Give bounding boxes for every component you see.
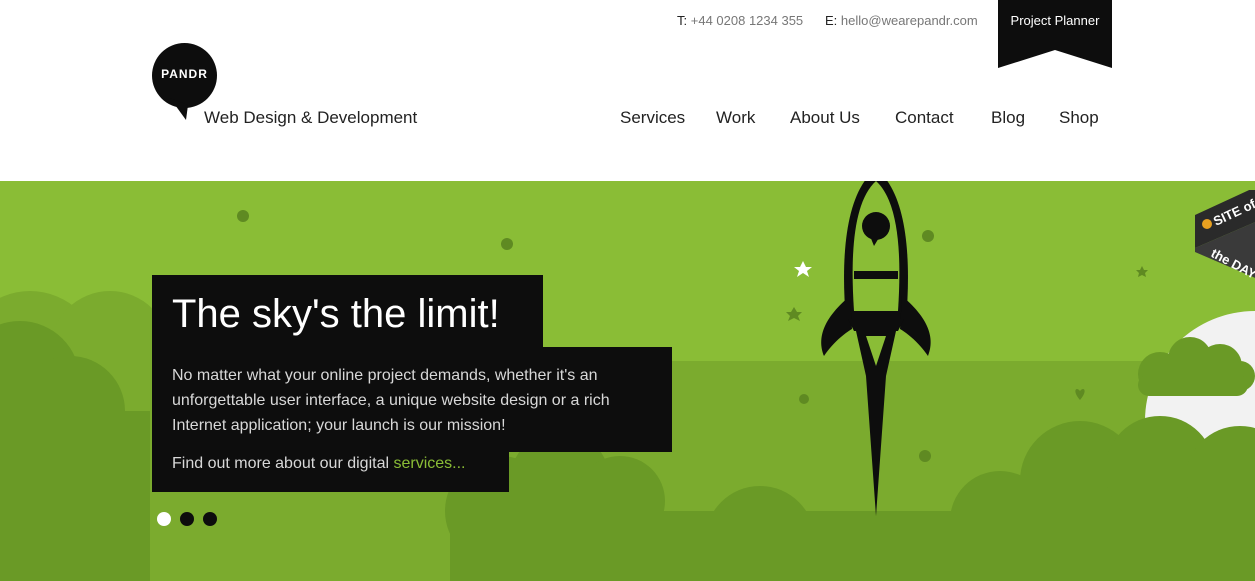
slide-dot-2[interactable] [180,512,194,526]
nav-services[interactable]: Services [620,108,685,128]
site-tagline: Web Design & Development [204,108,418,127]
email-contact: E: hello@wearepandr.com [825,13,978,28]
project-planner-label: Project Planner [1010,13,1100,28]
email-address[interactable]: hello@wearepandr.com [841,13,978,28]
email-prefix: E: [825,13,838,28]
services-link[interactable]: services... [393,455,465,472]
hero-body-text: No matter what your online project deman… [172,367,610,434]
nav-contact[interactable]: Contact [895,108,954,128]
nav-shop[interactable]: Shop [1059,108,1099,128]
phone-contact: T: +44 0208 1234 355 [677,13,803,28]
hero-cta: Find out more about our digital services… [172,455,465,473]
phone-number[interactable]: +44 0208 1234 355 [691,13,803,28]
site-header: T: +44 0208 1234 355 E: hello@wearepandr… [0,0,1255,181]
badge-star-icon [1202,219,1212,229]
slide-dot-1[interactable] [157,512,171,526]
phone-prefix: T: [677,13,688,28]
slide-dot-3[interactable] [203,512,217,526]
nav-about-us[interactable]: About Us [790,108,860,128]
badge-ribbon: SITE of the DAY [1195,187,1255,282]
nav-work[interactable]: Work [716,108,755,128]
ribbon-banner-icon [998,0,1112,68]
project-planner-button[interactable]: Project Planner [998,0,1112,68]
logo-text: PANDR [161,67,208,81]
nav-blog[interactable]: Blog [991,108,1025,128]
hero-heading: The sky's the limit! [172,292,500,336]
cta-prefix: Find out more about our digital [172,455,394,472]
site-of-the-day-badge[interactable]: SITE of the DAY [1190,187,1255,282]
